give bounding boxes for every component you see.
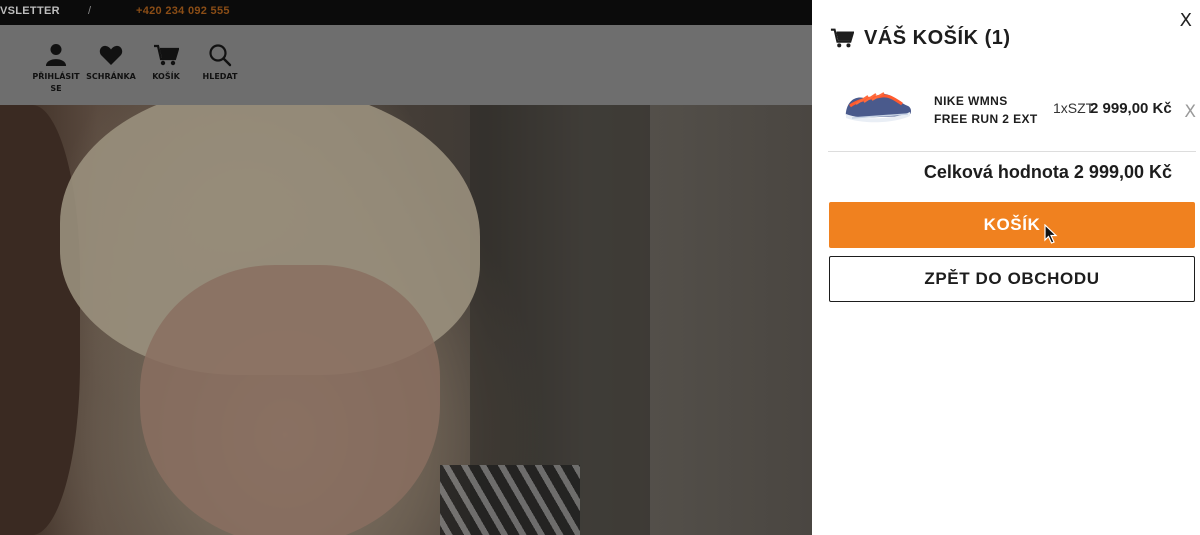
close-drawer-button[interactable]: X [1180,10,1192,31]
hero-striped-shirt [440,465,580,535]
checkout-button[interactable]: KOŠÍK [829,202,1195,248]
cart-total-amount: 2 999,00 Kč [1073,162,1172,182]
divider [828,151,1196,152]
topbar-separator: / [88,5,92,17]
cart-drawer: X VÁŠ KOŠÍK (1) NIKE WMNS FREE RUN 2 EXT… [812,0,1200,535]
continue-shopping-button[interactable]: ZPĚT DO OBCHODU [829,256,1195,302]
cart-item-name[interactable]: NIKE WMNS FREE RUN 2 EXT [934,92,1044,128]
nav-search[interactable]: HLEDAT [190,42,250,83]
nav-login[interactable]: PŘIHLÁSIT SE [26,42,86,95]
cart-item-quantity: 1xSZT [1053,100,1095,116]
cart-icon [830,28,854,48]
user-icon [45,44,67,66]
cart-total-label: Celková hodnota [923,162,1069,182]
newsletter-link[interactable]: VSLETTER [0,5,60,17]
mouse-pointer-icon [1044,224,1058,244]
phone-number[interactable]: +420 234 092 555 [136,5,230,17]
heart-icon [99,45,123,65]
sneaker-thumbnail[interactable] [842,82,914,130]
nav-search-label: HLEDAT [202,72,238,81]
nav-login-label: PŘIHLÁSIT SE [32,72,80,93]
hero-face [140,265,440,535]
cart-item-price: 2 999,00 Kč [1090,100,1172,117]
cart-item: NIKE WMNS FREE RUN 2 EXT 1xSZT 2 999,00 … [828,70,1196,150]
remove-item-button[interactable]: X [1184,102,1196,122]
hero-image [0,105,812,535]
hero-shadow [0,105,80,535]
header-nav: PŘIHLÁSIT SE SCHRÁNKA KOŠÍK HLEDAT [0,25,812,105]
nav-cart-label: KOŠÍK [152,72,180,81]
cart-icon [154,44,179,66]
cart-total: Celková hodnota 2 999,00 Kč [924,162,1172,183]
cart-title: VÁŠ KOŠÍK (1) [864,26,1011,49]
top-bar: VSLETTER / +420 234 092 555 [0,0,812,25]
nav-wishlist[interactable]: SCHRÁNKA [81,42,141,83]
search-icon [209,44,232,67]
cart-header: VÁŠ KOŠÍK (1) [830,26,1011,50]
nav-cart[interactable]: KOŠÍK [136,42,196,83]
nav-wishlist-label: SCHRÁNKA [86,72,136,81]
